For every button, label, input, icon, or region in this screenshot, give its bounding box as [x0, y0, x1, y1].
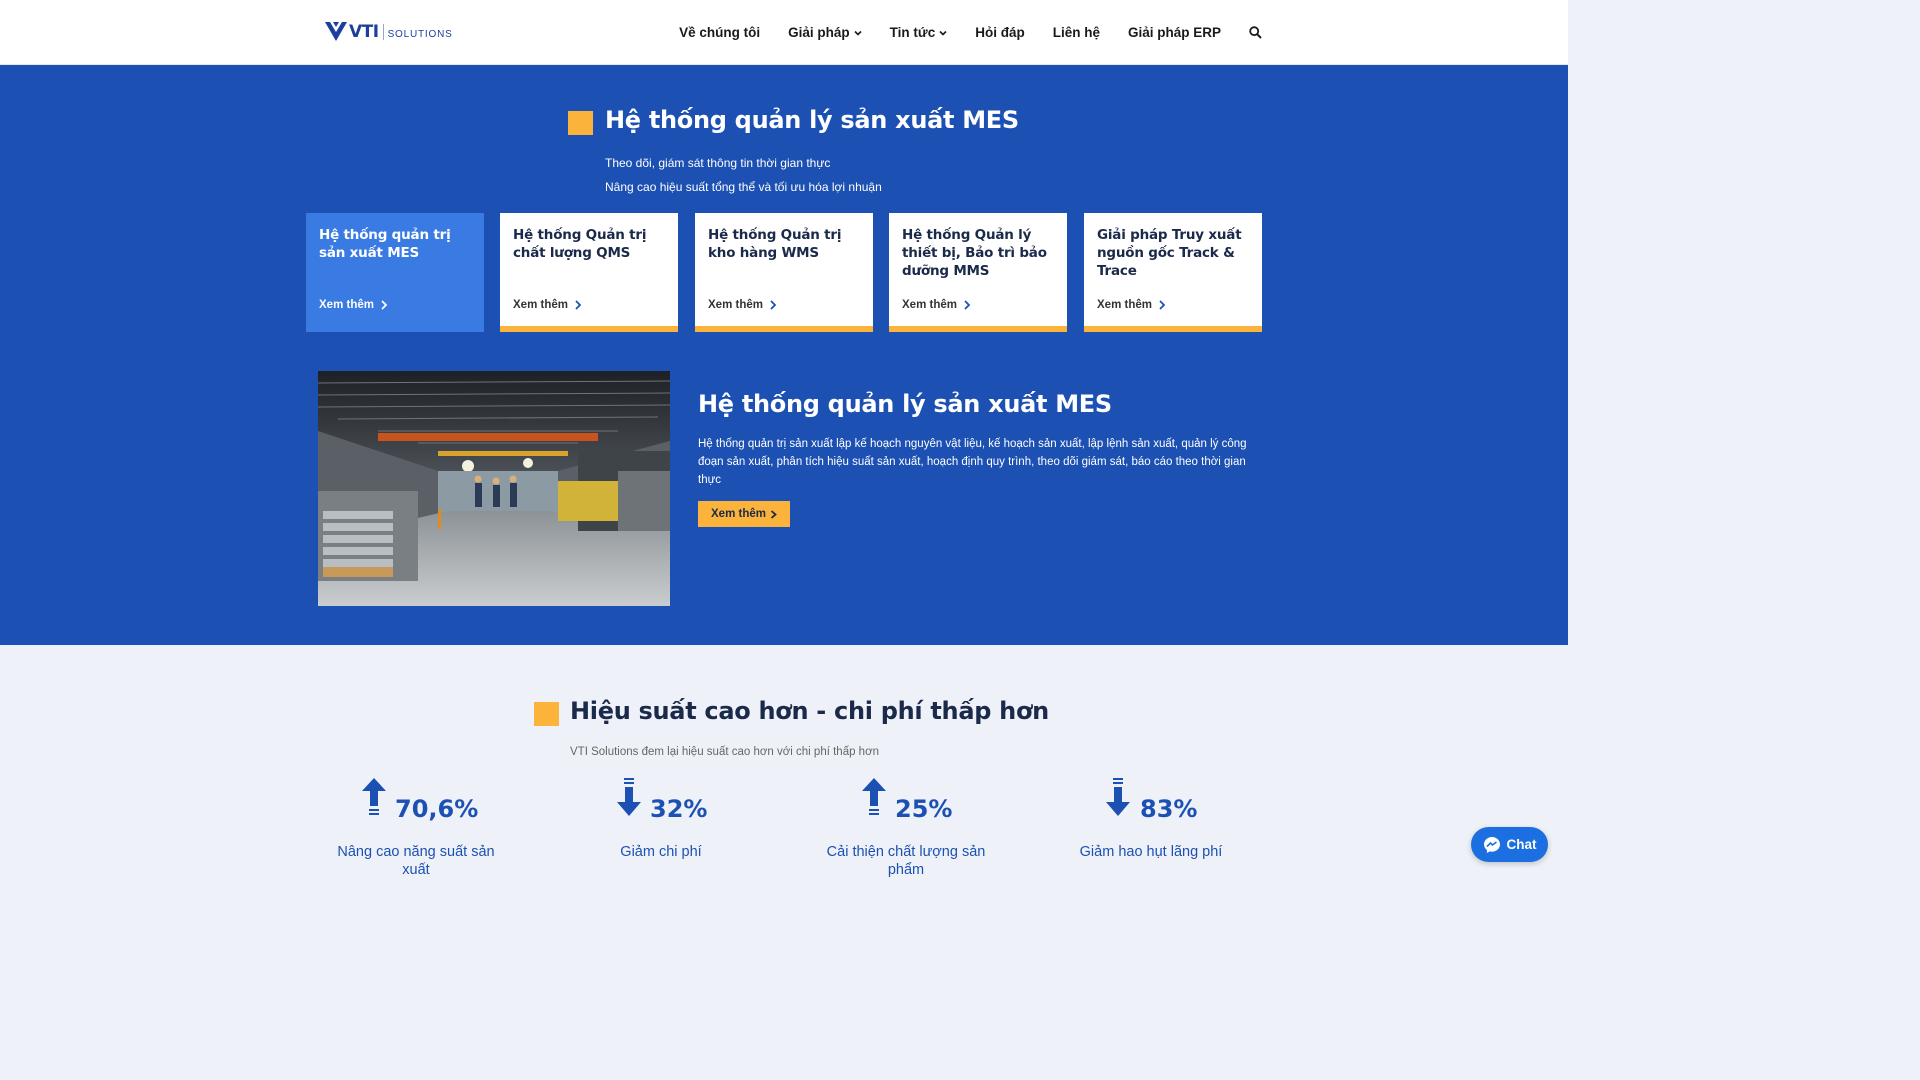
heading-square-icon [534, 702, 559, 726]
feature-title: Hệ thống quản lý sản xuất MES [698, 390, 1112, 418]
card-more-label: Xem thêm [902, 299, 957, 311]
stat-label: Nâng cao năng suất sản xuất [337, 844, 495, 878]
stat-label: Giảm chi phí [620, 844, 702, 860]
arrow-up-icon [362, 778, 386, 815]
stats-subtitle: VTI Solutions đem lại hiệu suất cao hơn … [570, 746, 880, 758]
stat-value: 25% [895, 795, 953, 823]
solutions-section [0, 65, 1568, 645]
card-title: Giải pháp Truy xuất nguồn gốc Track & Tr… [1097, 227, 1242, 279]
logo-text: VTI [349, 22, 379, 42]
nav-label: Tin tức [889, 25, 936, 40]
hero-subtitle-1: Theo dõi, giám sát thông tin thời gian t… [605, 156, 831, 170]
card-more-link[interactable]: Xem thêm [513, 299, 582, 311]
card-track-trace[interactable]: Giải pháp Truy xuất nguồn gốc Track & Tr… [1084, 213, 1262, 332]
nav-label: Hỏi đáp [975, 25, 1025, 40]
card-more-link[interactable]: Xem thêm [319, 299, 388, 311]
factory-photo [318, 371, 670, 606]
chevron-right-icon [964, 300, 971, 310]
card-wms[interactable]: Hệ thống Quản trị kho hàng WMS Xem thêm [695, 213, 873, 332]
stat-value: 70,6% [395, 795, 479, 823]
arrow-down-icon [617, 778, 641, 816]
solution-cards: Hệ thống quản trị sản xuất MES Xem thêm … [306, 213, 1262, 332]
site-header: VTI SOLUTIONS Về chúng tôi Giải pháp Tin… [0, 0, 1568, 65]
card-accent-bar [500, 326, 678, 332]
feature-more-label: Xem thêm [711, 508, 766, 520]
card-qms[interactable]: Hệ thống Quản trị chất lượng QMS Xem thê… [500, 213, 678, 332]
stat-label: Cải thiện chất lượng sản phẩm [826, 844, 986, 878]
card-accent-bar [695, 326, 873, 332]
hero-subtitle-2: Nâng cao hiệu suất tổng thể và tối ưu hó… [605, 180, 882, 194]
card-more-label: Xem thêm [513, 299, 568, 311]
card-mms[interactable]: Hệ thống Quản lý thiết bị, Bảo trì bảo d… [889, 213, 1067, 332]
heading-square-icon [568, 111, 593, 135]
stat-value: 83% [1140, 795, 1198, 823]
nav-faq[interactable]: Hỏi đáp [975, 25, 1025, 40]
card-more-link[interactable]: Xem thêm [708, 299, 777, 311]
card-title: Hệ thống quản trị sản xuất MES [319, 227, 451, 261]
nav-erp[interactable]: Giải pháp ERP [1128, 25, 1221, 40]
search-icon[interactable] [1249, 26, 1262, 39]
feature-more-button[interactable]: Xem thêm [698, 501, 790, 527]
chevron-right-icon [381, 300, 388, 310]
stats-title: Hiệu suất cao hơn - chi phí thấp hơn [570, 697, 1049, 725]
chevron-right-icon [1159, 300, 1166, 310]
stat-value: 32% [650, 795, 708, 823]
chevron-right-icon [575, 300, 582, 310]
chevron-down-icon [854, 30, 862, 36]
card-title: Hệ thống Quản lý thiết bị, Bảo trì bảo d… [902, 227, 1047, 279]
messenger-icon [1483, 836, 1500, 853]
card-mes[interactable]: Hệ thống quản trị sản xuất MES Xem thêm [306, 213, 484, 332]
chevron-right-icon [770, 509, 777, 519]
nav-label: Về chúng tôi [679, 25, 761, 40]
nav-label: Liên hệ [1052, 25, 1100, 40]
nav-about[interactable]: Về chúng tôi [679, 25, 760, 40]
nav-label: Giải pháp ERP [1127, 25, 1221, 40]
chevron-down-icon [939, 30, 947, 36]
logo-subtext: SOLUTIONS [387, 29, 453, 40]
nav-label: Giải pháp [788, 25, 850, 40]
card-more-label: Xem thêm [708, 299, 763, 311]
arrow-down-icon [1106, 778, 1130, 816]
nav-news[interactable]: Tin tức [890, 25, 948, 40]
nav-contact[interactable]: Liên hệ [1053, 25, 1100, 40]
feature-description: Hệ thống quản trị sản xuất lập kế hoạch … [698, 438, 1247, 486]
nav-solutions[interactable]: Giải pháp [788, 25, 862, 40]
card-more-label: Xem thêm [1097, 299, 1152, 311]
card-accent-bar [1084, 326, 1262, 332]
vti-logo[interactable]: VTI SOLUTIONS [325, 20, 453, 42]
stat-label: Giảm hao hụt lãng phí [1079, 844, 1223, 860]
main-nav: Về chúng tôi Giải pháp Tin tức Hỏi đáp L… [651, 0, 1262, 65]
card-more-label: Xem thêm [319, 299, 374, 311]
card-more-link[interactable]: Xem thêm [902, 299, 971, 311]
card-more-link[interactable]: Xem thêm [1097, 299, 1166, 311]
chevron-right-icon [770, 300, 777, 310]
logo-divider [382, 24, 384, 40]
vti-logo-icon [325, 22, 347, 41]
card-title: Hệ thống Quản trị kho hàng WMS [708, 227, 842, 261]
chat-button[interactable]: Chat [1471, 827, 1548, 862]
hero-title: Hệ thống quản lý sản xuất MES [605, 106, 1019, 134]
card-accent-bar [889, 326, 1067, 332]
chat-label: Chat [1506, 837, 1537, 852]
arrow-up-icon [862, 778, 886, 815]
card-title: Hệ thống Quản trị chất lượng QMS [513, 227, 647, 261]
